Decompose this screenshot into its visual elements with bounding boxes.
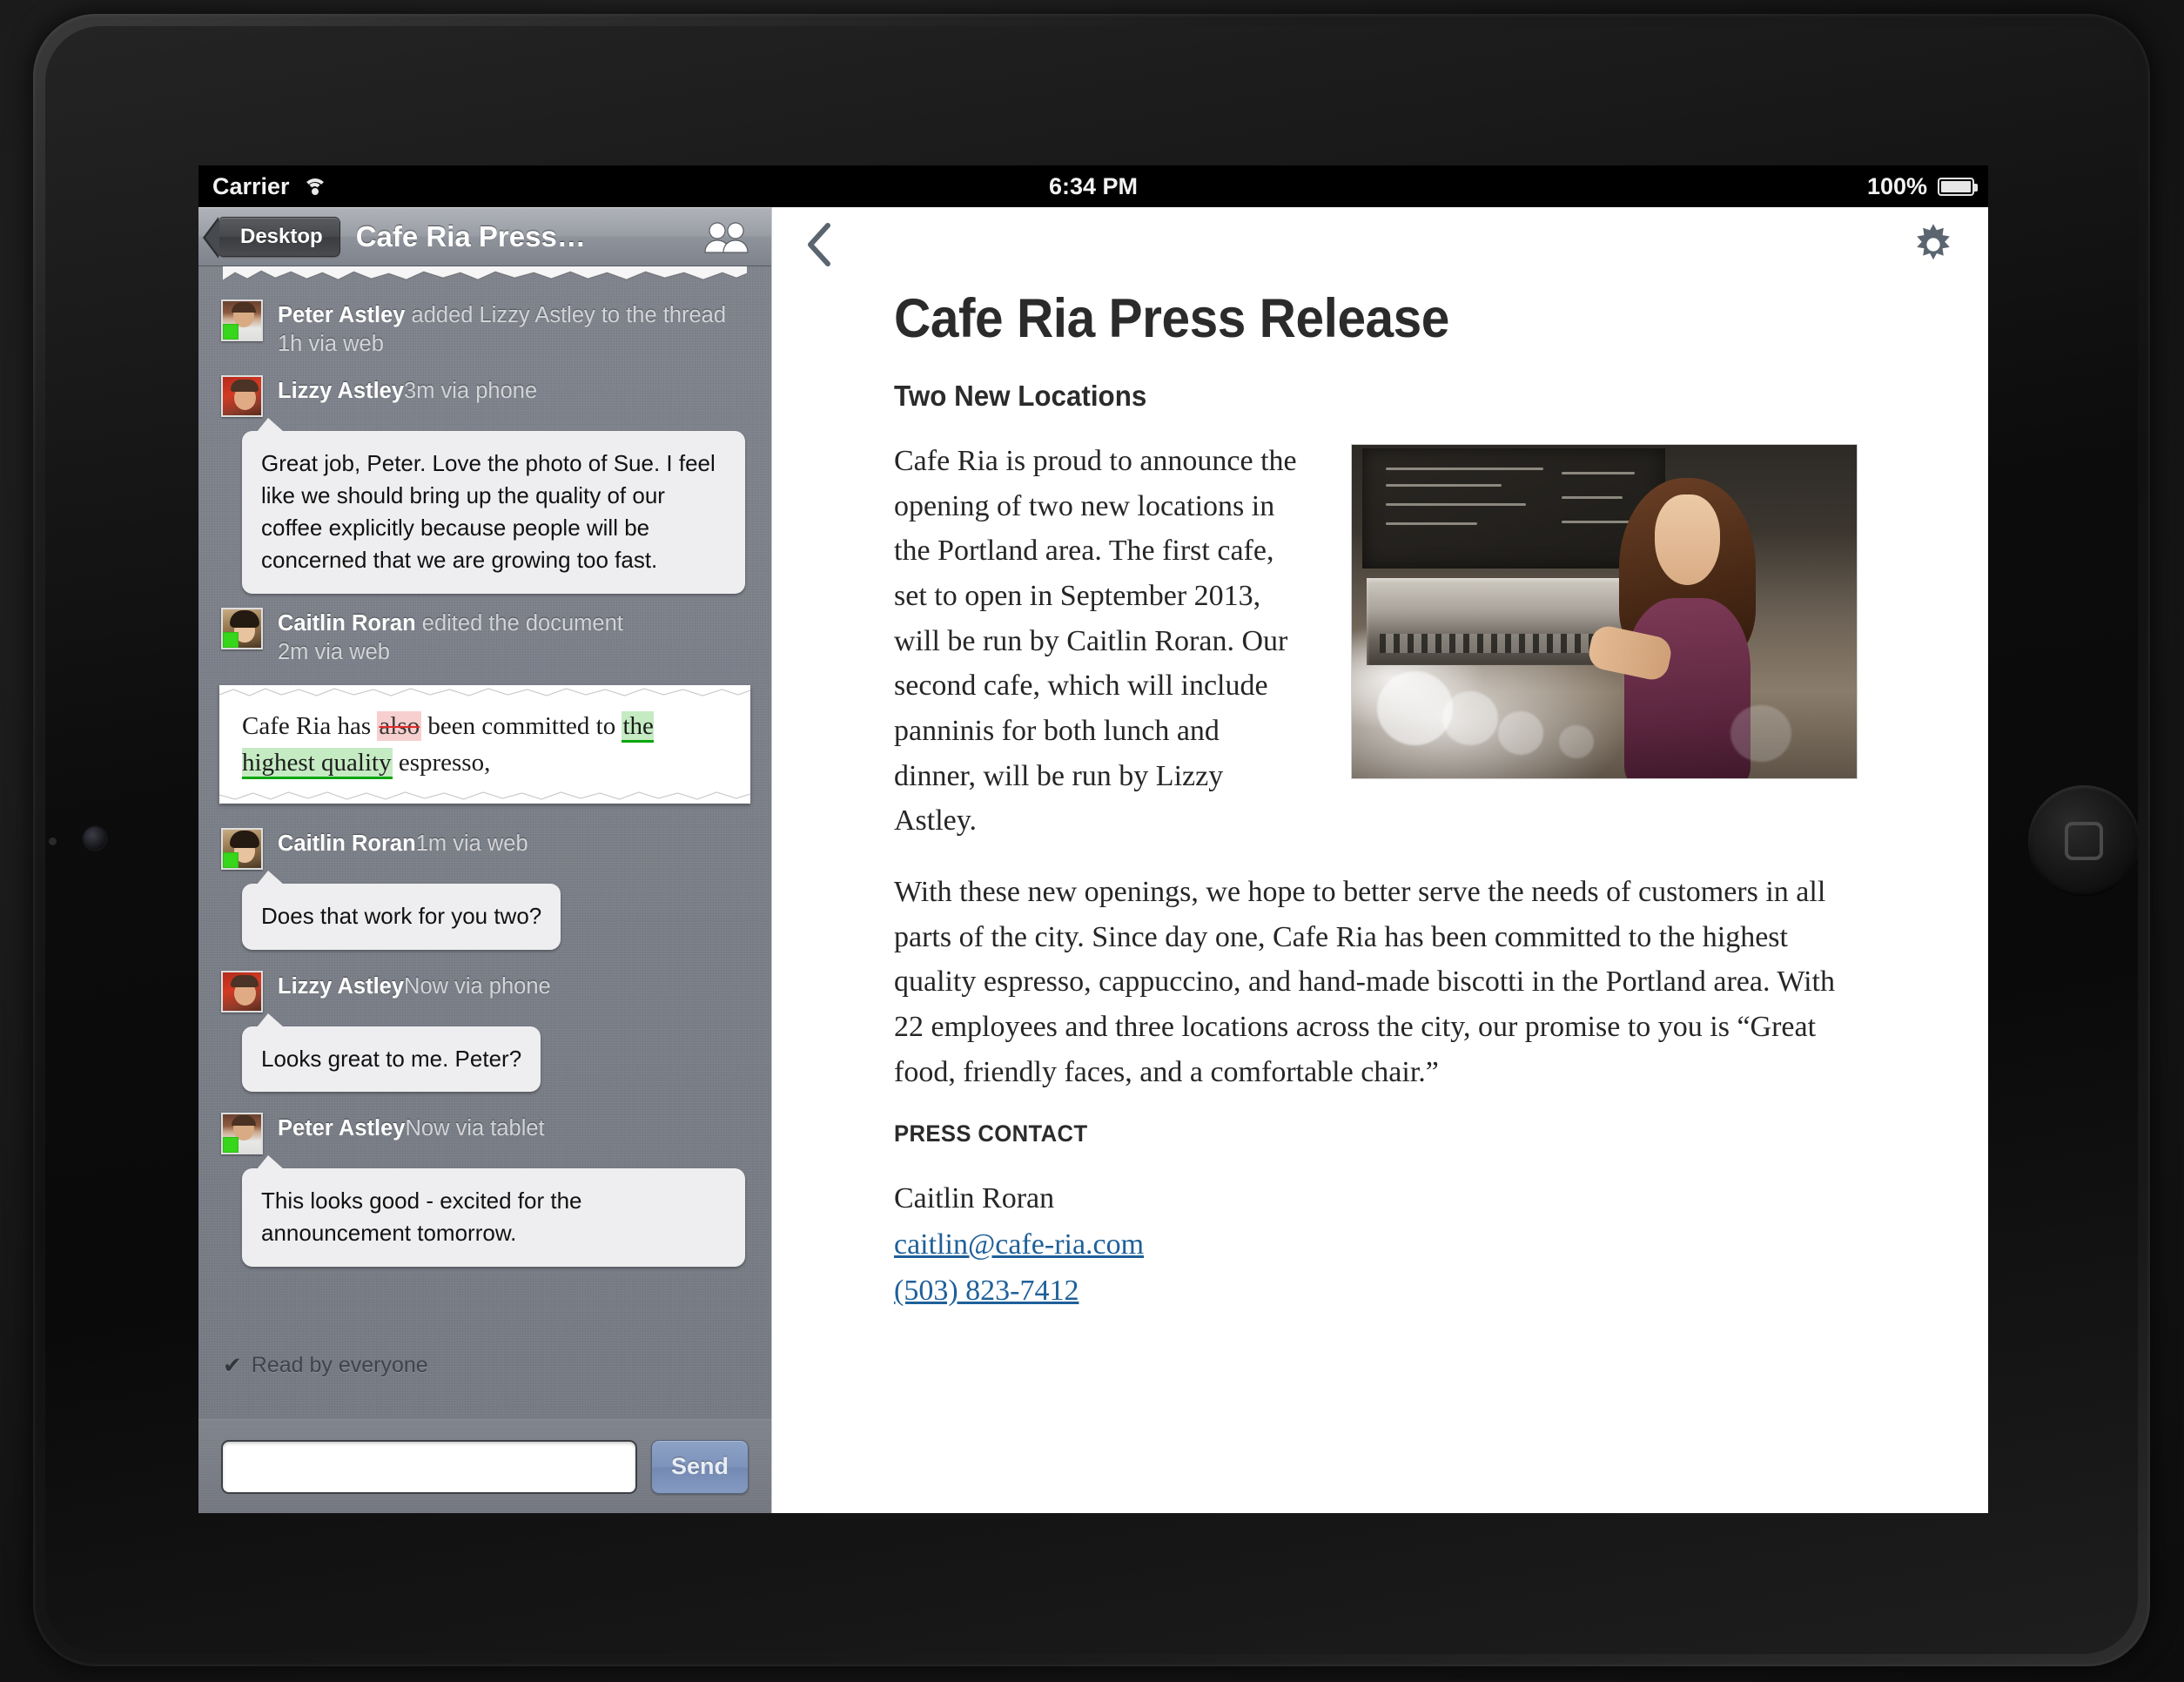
home-square-icon <box>2065 822 2103 860</box>
app-body: Desktop Cafe Ria Press… Peter Astley add… <box>198 207 1988 1513</box>
clock-label: 6:34 PM <box>1048 172 1139 199</box>
online-status-dot <box>223 631 239 648</box>
message-author: Peter Astley <box>278 1116 406 1141</box>
front-camera-icon <box>84 827 106 850</box>
chevron-left-icon[interactable] <box>802 220 840 269</box>
avatar[interactable] <box>221 299 263 341</box>
edit-text-after: espresso, <box>392 748 491 777</box>
message-author: Caitlin Roran <box>278 610 416 636</box>
home-button[interactable] <box>2028 785 2140 897</box>
screen: Carrier 6:34 PM 100% Desktop Cafe Ria Pr… <box>198 165 1988 1513</box>
list-item[interactable]: Peter AstleyNow via tablet This looks go… <box>198 1104 771 1268</box>
avatar[interactable] <box>221 375 263 418</box>
contact-email-link[interactable]: caitlin@cafe-ria.com <box>894 1221 1858 1268</box>
contact-phone-link[interactable]: (503) 823-7412 <box>894 1268 1858 1314</box>
list-item[interactable]: Caitlin Roran1m via web Does that work f… <box>198 819 771 950</box>
message-meta: Peter AstleyNow via tablet <box>278 1113 545 1143</box>
people-icon[interactable] <box>703 218 750 256</box>
message-bubble: Does that work for you two? <box>242 870 561 950</box>
avatar[interactable] <box>221 1113 263 1155</box>
edit-deleted-text: also <box>377 711 422 742</box>
message-bubble: This looks good - excited for the announ… <box>242 1155 745 1268</box>
barista-photo <box>1351 444 1858 779</box>
document-subtitle: Two New Locations <box>894 380 1147 412</box>
read-receipt: ✔ Read by everyone <box>198 1352 771 1391</box>
message-header: Lizzy Astley3m via phone <box>221 367 749 420</box>
conversation-pane: Desktop Cafe Ria Press… Peter Astley add… <box>198 207 771 1513</box>
message-header: Peter Astley added Lizzy Astley to the t… <box>221 291 749 361</box>
message-meta: Caitlin Roran edited the document 2m via… <box>278 608 623 666</box>
ios-status-bar: Carrier 6:34 PM 100% <box>198 165 1988 207</box>
press-contact-label: PRESS CONTACT <box>894 1120 1088 1147</box>
avatar[interactable] <box>221 970 263 1013</box>
online-status-dot <box>223 851 239 868</box>
document-content: Cafe Ria Press Release Two New Locations <box>772 287 1988 1315</box>
gear-icon[interactable] <box>1910 221 1957 268</box>
barista-body <box>1624 598 1751 778</box>
message-header: Caitlin Roran edited the document 2m via… <box>221 599 749 669</box>
conversation-title: Cafe Ria Press… <box>355 219 586 252</box>
battery-icon <box>1938 177 1978 196</box>
press-contact-block: Caitlin Roran caitlin@cafe-ria.com (503)… <box>894 1175 1858 1314</box>
message-timestamp: 2m via web <box>278 639 390 664</box>
ambient-sensor-icon <box>49 838 57 845</box>
message-timestamp: 3m via phone <box>404 379 538 404</box>
status-bar-right: 100% <box>1866 172 1978 200</box>
message-author: Lizzy Astley <box>278 973 405 999</box>
message-author: Peter Astley <box>278 303 406 327</box>
message-meta: Peter Astley added Lizzy Astley to the t… <box>278 299 749 358</box>
document-paragraph: With these new openings, we hope to bett… <box>894 876 1835 1088</box>
barista-face <box>1655 495 1721 585</box>
list-item[interactable]: Lizzy Astley3m via phone Great job, Pete… <box>198 367 771 594</box>
check-icon: ✔ <box>223 1352 242 1378</box>
torn-paper-edge-bottom <box>219 786 750 804</box>
document-edit-preview[interactable]: Cafe Ria has also been committed to the … <box>219 685 750 804</box>
battery-percent-label: 100% <box>1866 172 1927 199</box>
message-header: Caitlin Roran1m via web <box>221 819 749 873</box>
online-status-dot <box>223 1137 239 1154</box>
message-action: added Lizzy Astley to the thread <box>405 303 727 327</box>
message-composer: Send <box>198 1419 771 1513</box>
list-item[interactable]: Caitlin Roran edited the document 2m via… <box>198 599 771 669</box>
edit-text-middle: been committed to <box>421 712 622 741</box>
message-author: Lizzy Astley <box>278 379 405 404</box>
avatar[interactable] <box>221 827 263 870</box>
read-receipt-label: Read by everyone <box>251 1353 428 1377</box>
message-input[interactable] <box>221 1439 637 1494</box>
message-meta: Lizzy Astley3m via phone <box>278 375 537 406</box>
page-title: Cafe Ria Press Release <box>894 288 1449 349</box>
ipad-device: Carrier 6:34 PM 100% Desktop Cafe Ria Pr… <box>0 0 2184 1682</box>
message-meta: Lizzy AstleyNow via phone <box>278 971 551 1001</box>
edit-preview-text: Cafe Ria has also been committed to the … <box>219 702 750 787</box>
avatar[interactable] <box>221 607 263 649</box>
message-thread[interactable]: Peter Astley added Lizzy Astley to the t… <box>198 266 771 1391</box>
document-pane: Cafe Ria Press Release Two New Locations <box>771 207 1988 1513</box>
message-header: Lizzy AstleyNow via phone <box>221 962 749 1016</box>
document-body: Cafe Ria is proud to announce the openin… <box>894 439 1858 1094</box>
message-timestamp: 1m via web <box>415 831 528 856</box>
send-button[interactable]: Send <box>651 1439 749 1494</box>
online-status-dot <box>223 324 239 340</box>
message-bubble: Looks great to me. Peter? <box>242 1013 541 1093</box>
edit-text-before: Cafe Ria has <box>242 712 378 741</box>
message-author: Caitlin Roran <box>278 831 416 856</box>
message-timestamp: 1h via web <box>278 331 384 356</box>
list-item[interactable]: Lizzy AstleyNow via phone Looks great to… <box>198 962 771 1093</box>
message-timestamp: Now via phone <box>404 973 551 999</box>
message-timestamp: Now via tablet <box>405 1116 545 1141</box>
message-meta: Caitlin Roran1m via web <box>278 828 528 858</box>
contact-name: Caitlin Roran <box>894 1182 1055 1215</box>
back-to-desktop-button[interactable]: Desktop <box>203 216 340 259</box>
message-bubble: Great job, Peter. Love the photo of Sue.… <box>242 418 745 594</box>
document-toolbar <box>772 207 1988 282</box>
list-item[interactable]: Peter Astley added Lizzy Astley to the t… <box>198 291 771 361</box>
conversation-navbar: Desktop Cafe Ria Press… <box>198 207 771 266</box>
torn-paper-edge-top <box>219 685 750 703</box>
message-action: edited the document <box>415 610 623 636</box>
message-header: Peter AstleyNow via tablet <box>221 1104 749 1158</box>
